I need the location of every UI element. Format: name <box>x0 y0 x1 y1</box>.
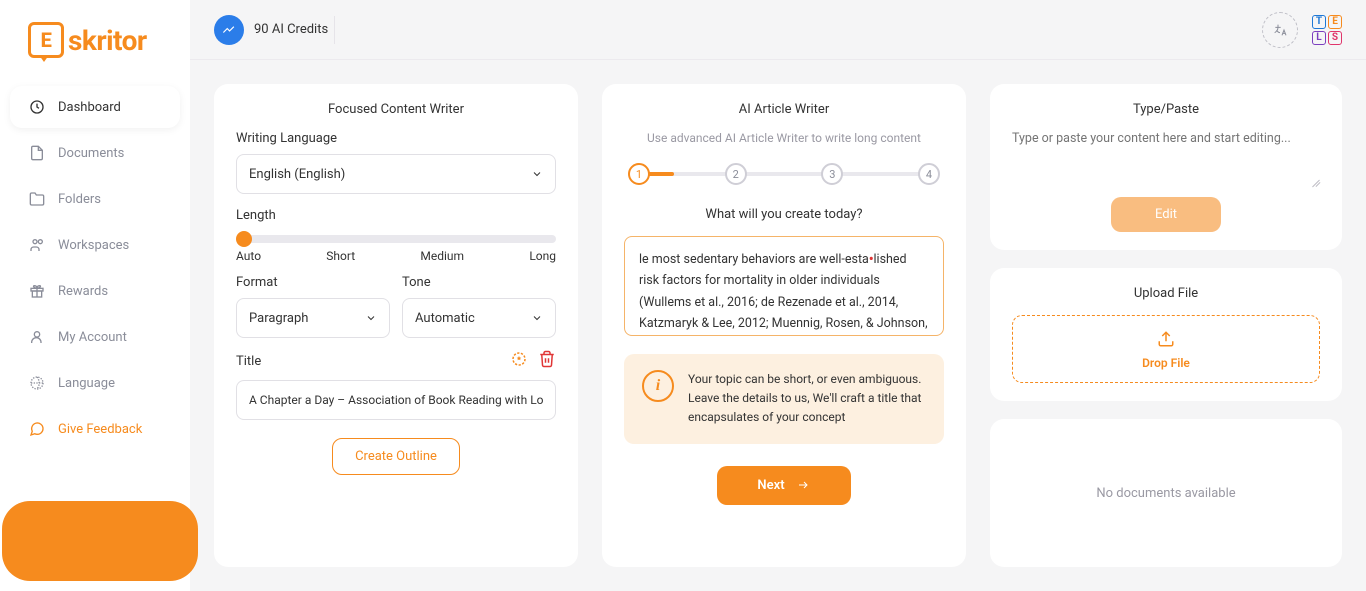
step-2[interactable]: 2 <box>725 163 747 185</box>
card-subtitle: Use advanced AI Article Writer to write … <box>624 131 944 145</box>
main: 90 AI Credits TELS Focused Content Write… <box>190 0 1366 591</box>
logo-mark-icon: E <box>28 22 64 58</box>
apps-grid-icon[interactable]: TELS <box>1312 15 1342 45</box>
tip-text: Your topic can be short, or even ambiguo… <box>688 370 926 428</box>
credits-text: 90 AI Credits <box>254 22 328 37</box>
gift-icon <box>28 282 46 300</box>
sidebar-item-label: Rewards <box>58 284 108 299</box>
sidebar-item-workspaces[interactable]: Workspaces <box>10 224 180 266</box>
article-writer-card: AI Article Writer Use advanced AI Articl… <box>602 84 966 567</box>
sidebar-item-label: My Account <box>58 330 127 345</box>
documents-card: No documents available <box>990 419 1342 567</box>
tone-label: Tone <box>402 275 556 290</box>
brand-name: skritor <box>68 24 147 57</box>
card-title: Upload File <box>1012 286 1320 301</box>
trash-icon[interactable] <box>538 350 556 372</box>
slider-labels: Auto Short Medium Long <box>236 249 556 263</box>
workspace-icon <box>28 236 46 254</box>
user-icon <box>28 328 46 346</box>
language-icon <box>28 374 46 392</box>
typepaste-card: Type/Paste Edit <box>990 84 1342 250</box>
bottom-promo[interactable] <box>2 501 198 581</box>
focused-writer-card: Focused Content Writer Writing Language … <box>214 84 578 567</box>
card-title: AI Article Writer <box>624 102 944 117</box>
tone-select[interactable]: Automatic <box>402 298 556 338</box>
sidebar-item-label: Dashboard <box>58 100 121 115</box>
info-icon: i <box>642 370 674 402</box>
translate-icon[interactable] <box>1262 12 1298 48</box>
sidebar-item-label: Folders <box>58 192 101 207</box>
sidebar-item-label: Give Feedback <box>58 422 142 437</box>
topbar: 90 AI Credits TELS <box>190 0 1366 60</box>
sidebar-item-feedback[interactable]: Give Feedback <box>10 408 180 450</box>
create-outline-button[interactable]: Create Outline <box>332 438 460 475</box>
feedback-icon <box>28 420 46 438</box>
edit-button[interactable]: Edit <box>1111 197 1221 232</box>
stepper: 1 2 3 4 <box>624 163 944 185</box>
dashboard-icon <box>28 98 46 116</box>
step-1[interactable]: 1 <box>628 163 650 185</box>
content: Focused Content Writer Writing Language … <box>190 60 1366 591</box>
sidebar-item-documents[interactable]: Documents <box>10 132 180 174</box>
logo[interactable]: E skritor <box>0 0 190 76</box>
step-3[interactable]: 3 <box>821 163 843 185</box>
language-select[interactable]: English (English) <box>236 154 556 194</box>
prompt-textarea[interactable]: le most sedentary behaviors are well-est… <box>624 236 944 336</box>
length-label: Length <box>236 208 556 223</box>
divider <box>334 16 335 44</box>
document-icon <box>28 144 46 162</box>
sidebar-item-dashboard[interactable]: Dashboard <box>10 86 180 128</box>
sidebar-item-rewards[interactable]: Rewards <box>10 270 180 312</box>
resize-handle-icon[interactable] <box>1308 175 1320 187</box>
format-select[interactable]: Paragraph <box>236 298 390 338</box>
sidebar: E skritor Dashboard Documents Folders Wo… <box>0 0 190 591</box>
right-column: Type/Paste Edit Upload File Drop File No… <box>990 84 1342 567</box>
title-label: Title <box>236 354 261 369</box>
drop-text: Drop File <box>1013 356 1319 370</box>
upload-card: Upload File Drop File <box>990 268 1342 401</box>
arrow-right-icon <box>795 479 811 491</box>
card-title: Type/Paste <box>1012 102 1320 117</box>
no-documents-text: No documents available <box>1096 486 1235 501</box>
sidebar-item-label: Language <box>58 376 115 391</box>
sidebar-item-label: Workspaces <box>58 238 129 253</box>
format-label: Format <box>236 275 390 290</box>
credits-icon <box>214 15 244 45</box>
step-4[interactable]: 4 <box>918 163 940 185</box>
sidebar-item-label: Documents <box>58 146 124 161</box>
title-input[interactable] <box>236 380 556 420</box>
slider-thumb[interactable] <box>236 231 252 247</box>
length-slider[interactable] <box>236 235 556 243</box>
sidebar-item-language[interactable]: Language <box>10 362 180 404</box>
paste-textarea[interactable] <box>1012 131 1320 183</box>
sidebar-item-account[interactable]: My Account <box>10 316 180 358</box>
dropzone[interactable]: Drop File <box>1012 315 1320 383</box>
prompt-question: What will you create today? <box>624 207 944 222</box>
sidebar-item-folders[interactable]: Folders <box>10 178 180 220</box>
regenerate-icon[interactable] <box>510 350 528 372</box>
card-title: Focused Content Writer <box>236 102 556 117</box>
lang-label: Writing Language <box>236 131 556 146</box>
credits[interactable]: 90 AI Credits <box>214 15 328 45</box>
tip-box: i Your topic can be short, or even ambig… <box>624 354 944 444</box>
folder-icon <box>28 190 46 208</box>
next-button[interactable]: Next <box>717 466 850 505</box>
upload-icon <box>1156 330 1176 348</box>
